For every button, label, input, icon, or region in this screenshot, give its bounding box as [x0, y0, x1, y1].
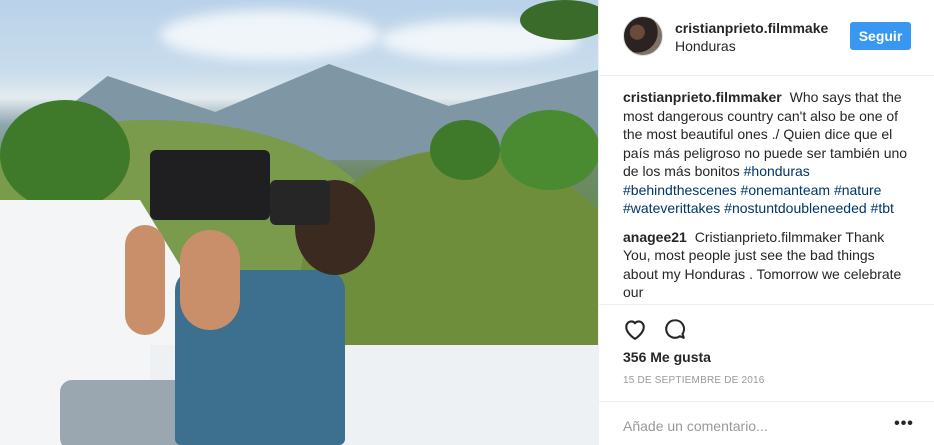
header-location[interactable]: Honduras — [675, 38, 736, 54]
post-details-panel: cristianprieto.filmmake Honduras Seguir … — [598, 0, 934, 445]
more-options-button[interactable]: ••• — [892, 414, 916, 434]
post-date: 15 DE SEPTIEMBRE DE 2016 — [623, 375, 765, 386]
hashtag[interactable]: #honduras — [744, 163, 810, 179]
heart-icon[interactable] — [621, 315, 649, 343]
hashtag[interactable]: #nostuntdoubleneeded — [724, 200, 866, 216]
hashtag[interactable]: #tbt — [871, 200, 894, 216]
avatar[interactable] — [623, 16, 663, 56]
photo-camera-monitor — [270, 180, 330, 225]
post-photo[interactable] — [0, 0, 598, 445]
post-header: cristianprieto.filmmake Honduras Seguir — [599, 0, 934, 76]
post-actions: 356 Me gusta 15 DE SEPTIEMBRE DE 2016 ••… — [599, 304, 934, 445]
header-username[interactable]: cristianprieto.filmmake — [675, 20, 828, 36]
photo-tree — [500, 110, 598, 190]
photo-arm — [180, 230, 240, 330]
comment-bubble-icon[interactable] — [661, 315, 689, 343]
add-comment-bar: ••• — [599, 401, 934, 445]
comment-item: anagee21 Cristianprieto.filmmaker Thank … — [623, 228, 913, 302]
hashtag[interactable]: #behindthescenes — [623, 182, 737, 198]
follow-button[interactable]: Seguir — [850, 22, 911, 50]
likes-count[interactable]: 356 Me gusta — [623, 349, 711, 365]
photo-tree — [430, 120, 500, 180]
photo-cloud — [160, 10, 380, 60]
caption-author[interactable]: cristianprieto.filmmaker — [623, 89, 782, 105]
comment-author[interactable]: anagee21 — [623, 229, 687, 245]
comments-list[interactable]: cristianprieto.filmmaker Who says that t… — [623, 88, 913, 304]
photo-tree — [0, 100, 130, 210]
hashtag[interactable]: #onemanteam — [741, 182, 831, 198]
photo-arm — [125, 225, 165, 335]
photo-camera — [150, 150, 270, 220]
hashtag[interactable]: #nature — [834, 182, 881, 198]
hashtag[interactable]: #wateverittakes — [623, 200, 720, 216]
caption: cristianprieto.filmmaker Who says that t… — [623, 88, 913, 218]
comment-input[interactable] — [623, 416, 873, 436]
